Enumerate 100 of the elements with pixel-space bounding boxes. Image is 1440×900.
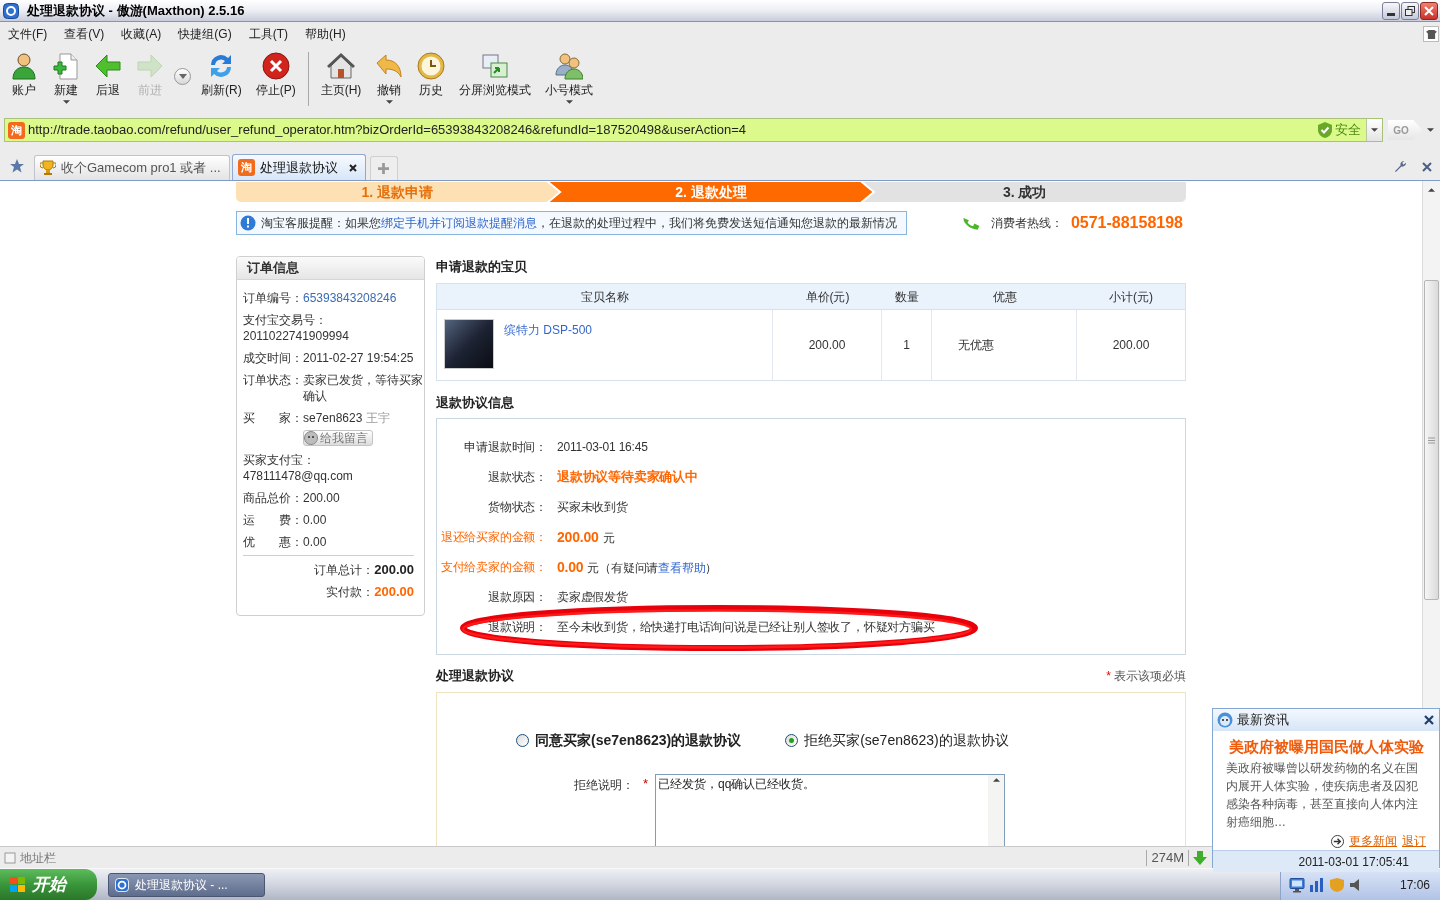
- url-field[interactable]: http://trade.taobao.com/refund/user_refund_operator.htm?bizOrderId=65393843208246&refundId=187520498&userAction=4: [28, 120, 1318, 140]
- skin-button[interactable]: [1423, 26, 1439, 42]
- leave-message-button[interactable]: 给我留言: [303, 430, 373, 446]
- minimize-button[interactable]: [1382, 1, 1400, 20]
- field-label: 退还给买家的金额：: [440, 529, 547, 546]
- field-label: 商品总价：: [243, 490, 303, 506]
- section-heading: 申请退款的宝贝: [436, 258, 527, 276]
- stop-icon: [261, 52, 290, 80]
- menu-item[interactable]: 文件(F): [8, 25, 48, 43]
- page-icon: [4, 851, 16, 864]
- progress-step: 3. 成功: [863, 182, 1186, 202]
- monitor-icon: [1289, 876, 1305, 893]
- address-bar[interactable]: 淘 http://trade.taobao.com/refund/user_refund_operator.htm?bizOrderId=65393843208246&refundId=187520498&userAction=4 安全: [4, 118, 1383, 142]
- chevron-down-icon: [178, 74, 187, 79]
- toolbar-button[interactable]: 分屏浏览模式: [455, 52, 536, 97]
- news-summary: 美政府被曝曾以研发药物的名义在国内展开人体实验，使疾病患者及囚犯感染各种病毒，甚至直接向人体内注射癌细胞…: [1226, 760, 1419, 831]
- toolbar-button[interactable]: 主页(H): [316, 52, 366, 97]
- arrow-circle-icon: [1331, 834, 1344, 848]
- caret-icon: [565, 100, 573, 104]
- subscribe-link[interactable]: 绑定手机并订阅退款提醒消息: [381, 216, 537, 230]
- close-icon[interactable]: [348, 163, 357, 172]
- column-header: 数量: [894, 288, 920, 306]
- product-link[interactable]: 缤特力 DSP-500: [504, 321, 593, 339]
- field-label: 支付给卖家的金额：: [440, 559, 547, 576]
- menu-item[interactable]: 工具(T): [248, 25, 288, 43]
- security-label: 安全: [1335, 121, 1361, 140]
- toolbar-button[interactable]: 账户: [6, 52, 42, 97]
- trophy-icon: [40, 160, 56, 176]
- radio-option[interactable]: 拒绝买家(se7en8623)的退款协议: [785, 729, 1009, 751]
- users-icon: [555, 52, 584, 80]
- order-number-link[interactable]: 65393843208246: [303, 290, 397, 306]
- curved-arrow-icon: [375, 52, 404, 80]
- clock: 17:06: [1399, 876, 1430, 894]
- total-value: 200.00: [374, 562, 414, 578]
- shirt-icon: [1425, 29, 1437, 39]
- wrench-icon: [1393, 159, 1407, 173]
- menu-item[interactable]: 查看(V): [64, 25, 105, 43]
- user-icon: [10, 52, 38, 80]
- menu-item[interactable]: 快捷组(G): [178, 25, 232, 43]
- field-label: 买家支付宝：: [243, 452, 315, 468]
- info-icon: [240, 215, 256, 231]
- panel-title: 订单信息: [247, 259, 299, 278]
- field-label: 支付宝交易号：: [243, 312, 327, 328]
- scrollbar-thumb[interactable]: [1424, 280, 1439, 600]
- radio-option[interactable]: 同意买家(se7en8623)的退款协议: [516, 729, 742, 751]
- browser-tab[interactable]: 收个Gamecom pro1 或者 ...: [34, 155, 230, 180]
- address-dropdown-button[interactable]: [1366, 119, 1382, 141]
- start-button[interactable]: 开始: [0, 869, 97, 900]
- close-panel-button[interactable]: [1420, 160, 1434, 174]
- field-label: 买 家：: [243, 410, 303, 427]
- help-link[interactable]: 查看帮助: [658, 560, 706, 575]
- history-dropdown-button[interactable]: [174, 68, 191, 85]
- field-label: 拒绝说明：: [574, 777, 634, 794]
- menu-item[interactable]: 收藏(A): [121, 25, 162, 43]
- close-button[interactable]: [1420, 1, 1438, 20]
- caret-icon: [62, 100, 70, 104]
- toolbar-button[interactable]: 新建: [48, 52, 84, 104]
- memory-usage: 274M: [1151, 848, 1184, 867]
- smiley-icon: [1217, 712, 1233, 728]
- radio-button[interactable]: [516, 733, 529, 747]
- close-icon: [1424, 5, 1434, 16]
- site-logo: 淘: [8, 121, 25, 139]
- smiley-icon: [304, 431, 318, 445]
- toolbar-button[interactable]: 历史: [413, 52, 450, 97]
- caret-icon: [1371, 128, 1378, 132]
- home-icon: [327, 52, 355, 80]
- status-value: 退款协议等待卖家确认中: [557, 468, 698, 487]
- caret-icon: [992, 778, 1000, 782]
- currency-unit: 元: [602, 529, 615, 547]
- bar-chart-icon: [1309, 876, 1325, 893]
- windows-logo-icon: [10, 876, 26, 893]
- popup-link[interactable]: 退订: [1402, 832, 1426, 850]
- toolbar-button[interactable]: 撤销: [371, 52, 408, 104]
- toolbar-button[interactable]: 停止(P): [251, 52, 300, 97]
- menu-item[interactable]: 帮助(H): [305, 25, 346, 43]
- browser-logo-icon: [3, 2, 19, 19]
- taskbar-button[interactable]: 处理退款协议 - ...: [108, 872, 265, 897]
- product-photo: [444, 319, 494, 369]
- radio-button[interactable]: [785, 733, 799, 747]
- buyer-name: 王宇: [366, 410, 391, 426]
- field-label: 运 费：: [243, 512, 303, 528]
- window-title: 处理退款协议 - 傲游(Maxthon) 2.5.16: [27, 1, 245, 20]
- popup-link[interactable]: 更多新闻: [1349, 832, 1397, 850]
- required-mark: *: [643, 775, 649, 793]
- minimize-icon: [1387, 12, 1395, 16]
- popup-title: 最新资讯: [1237, 711, 1289, 730]
- restore-button[interactable]: [1401, 1, 1419, 20]
- popup-close-button[interactable]: [1423, 714, 1435, 726]
- field-value: se7en8623: [303, 410, 363, 426]
- required-note: * 表示该项必填: [1106, 668, 1186, 685]
- field-label: 货物状态：: [488, 499, 547, 516]
- toolbar-button[interactable]: 后退: [90, 52, 126, 97]
- browser-tab[interactable]: 淘 处理退款协议: [231, 154, 366, 180]
- forward-arrow-icon: [136, 52, 164, 80]
- toolbar-button[interactable]: 刷新(R): [197, 52, 246, 97]
- column-header: 小计(元): [1108, 288, 1154, 306]
- settings-button[interactable]: [1392, 158, 1408, 174]
- toolbar-button[interactable]: 小号模式: [541, 52, 598, 104]
- reason-textarea[interactable]: 已经发货，qq确认已经收货。: [655, 774, 1006, 846]
- total-value: 200.00: [374, 584, 414, 600]
